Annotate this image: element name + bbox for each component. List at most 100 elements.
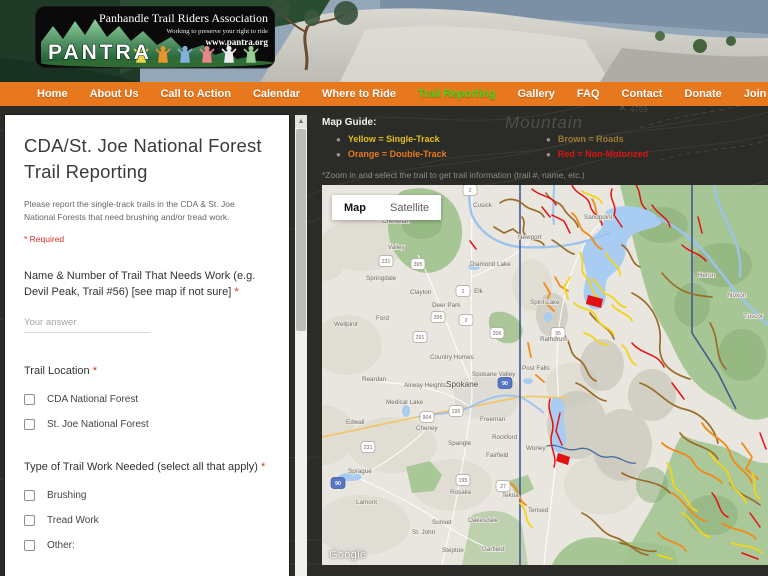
legend-roads: ● Brown = Roads — [532, 134, 702, 144]
option-label: St. Joe National Forest — [47, 419, 149, 431]
nav-item-call-to-action[interactable]: Call to Action — [149, 88, 241, 100]
map-label-city: Cheney — [416, 425, 439, 432]
nav-item-where-to-ride[interactable]: Where to Ride — [311, 88, 407, 100]
svg-text:90: 90 — [502, 381, 508, 387]
map-label-city: Rathdrum — [540, 336, 568, 343]
map-label-city: Rockford — [492, 434, 518, 441]
nav-item-join-today[interactable]: Join Today! — [733, 88, 768, 100]
form-scrollbar[interactable]: ▲ — [295, 115, 307, 576]
page: Mountain 4769 Panhandle Trail Riders Ass… — [0, 0, 768, 576]
checkbox[interactable] — [24, 394, 35, 406]
map-label-city: Post Falls — [522, 365, 550, 372]
map-label-city: Sandpoint — [584, 214, 613, 221]
map-label-city: Spokane Valley — [472, 371, 516, 378]
question-trail-name-label: Name & Number of Trail That Needs Work (… — [24, 269, 268, 301]
map-label-city: Rosalia — [450, 489, 471, 496]
svg-text:231: 231 — [382, 259, 391, 265]
map-label-city: Springdale — [366, 275, 397, 282]
scrollbar-thumb[interactable] — [296, 129, 306, 331]
option-other[interactable]: Other: — [24, 540, 269, 552]
svg-text:195: 195 — [459, 478, 468, 484]
nav-item-home[interactable]: Home — [26, 88, 79, 100]
svg-text:2: 2 — [469, 188, 472, 194]
checkbox[interactable] — [24, 540, 35, 552]
nav-item-gallery[interactable]: Gallery — [507, 88, 566, 100]
pantra-logo[interactable]: Panhandle Trail Riders Association Worki… — [34, 5, 276, 70]
satellite-view-button[interactable]: Satellite — [378, 195, 441, 220]
svg-text:2: 2 — [465, 318, 468, 324]
svg-text:206: 206 — [493, 331, 502, 337]
nav-item-faq[interactable]: FAQ — [566, 88, 611, 100]
required-asterisk: * — [234, 286, 239, 299]
question-trail-location-label: Trail Location * — [24, 364, 268, 380]
form-title: CDA/St. Joe National Forest Trail Report… — [24, 135, 262, 182]
option-label: Brushing — [47, 490, 87, 502]
google-watermark: Google — [329, 549, 367, 561]
main-nav: Home About Us Call to Action Calendar Wh… — [0, 82, 768, 106]
option-brushing[interactable]: Brushing — [24, 490, 269, 502]
map-label-city: Sunset — [432, 519, 452, 526]
scrollbar-up-arrow-icon[interactable]: ▲ — [295, 115, 307, 128]
checkbox[interactable] — [24, 419, 35, 431]
map-label-city: Reardan — [362, 376, 387, 383]
map-label-city: Spokane — [446, 380, 479, 389]
map-label-city: Airway Heights — [404, 382, 446, 389]
bullet-icon: ● — [546, 149, 551, 159]
logo-acronym: PANTRA — [48, 41, 152, 64]
map-label-city: Worley — [526, 445, 546, 452]
map-embed[interactable]: 231 395 2 395 2 291 206 231 904 195 195 … — [322, 185, 768, 565]
svg-text:27: 27 — [500, 484, 506, 490]
nav-item-about-us[interactable]: About Us — [79, 88, 150, 100]
legend-single-track: ● Yellow = Single-Track — [322, 134, 492, 144]
required-note: * Required — [24, 234, 65, 245]
legend-label: Yellow = Single-Track — [347, 134, 440, 144]
map-label-city: Newport — [518, 234, 542, 241]
bullet-icon: ● — [546, 134, 551, 144]
question-work-type-label: Type of Trail Work Needed (select all th… — [24, 460, 268, 476]
map-label-city: Country Homes — [430, 354, 474, 361]
map-guide-title: Map Guide: — [322, 117, 377, 128]
svg-text:231: 231 — [364, 445, 373, 451]
map-label-city: Sprague — [348, 468, 372, 475]
checkbox[interactable] — [24, 490, 35, 502]
map-label-city: Fairfield — [486, 452, 509, 459]
legend-label: Red = Non-Motorized — [557, 149, 649, 159]
question-trail-name-text: Name & Number of Trail That Needs Work (… — [24, 270, 256, 299]
checkbox[interactable] — [24, 515, 35, 527]
map-guide-note: *Zoom in and select the trail to get tra… — [322, 170, 585, 180]
svg-text:195: 195 — [452, 409, 461, 415]
option-tread-work[interactable]: Tread Work — [24, 515, 269, 527]
svg-text:2: 2 — [462, 289, 465, 295]
legend-label: Orange = Double-Track — [347, 149, 447, 159]
option-label: Other: — [47, 540, 75, 552]
bullet-icon: ● — [336, 134, 341, 144]
map-type-controls: Map Satellite — [332, 195, 442, 220]
header-photo: Panhandle Trail Riders Association Worki… — [0, 0, 768, 82]
bg-elevation-label: 4769 — [630, 105, 648, 114]
map-label-city: Ford — [376, 315, 389, 322]
map-label-city: Medical Lake — [386, 399, 424, 406]
option-label: CDA National Forest — [47, 394, 139, 406]
map-label-city: Elk — [474, 288, 484, 295]
nav-item-trail-reporting[interactable]: Trail Reporting — [407, 88, 507, 100]
nav-item-calendar[interactable]: Calendar — [242, 88, 311, 100]
map-label-city: St. John — [412, 529, 436, 536]
map-label-city: Noxon — [728, 292, 747, 299]
map-canvas: 231 395 2 395 2 291 206 231 904 195 195 … — [322, 185, 768, 565]
option-st-joe-national-forest[interactable]: St. Joe National Forest — [24, 419, 269, 431]
legend-double-track: ● Orange = Double-Track — [322, 149, 492, 159]
nav-item-contact[interactable]: Contact — [611, 88, 674, 100]
map-view-button[interactable]: Map — [332, 195, 378, 220]
trail-name-input[interactable] — [24, 315, 150, 334]
map-label-city: Freeman — [480, 416, 506, 423]
map-label-city: Cusick — [473, 202, 493, 209]
nav-item-donate[interactable]: Donate — [673, 88, 732, 100]
svg-text:904: 904 — [423, 415, 432, 421]
option-cda-national-forest[interactable]: CDA National Forest — [24, 394, 269, 406]
map-label-city: Garfield — [482, 546, 505, 553]
option-label: Tread Work — [47, 515, 99, 527]
logo-tagline: Working to preserve your right to ride — [166, 28, 268, 35]
map-label-city: Tuscor — [744, 313, 763, 320]
legend-non-motorized: ● Red = Non-Motorized — [532, 149, 702, 159]
svg-text:395: 395 — [414, 262, 423, 268]
